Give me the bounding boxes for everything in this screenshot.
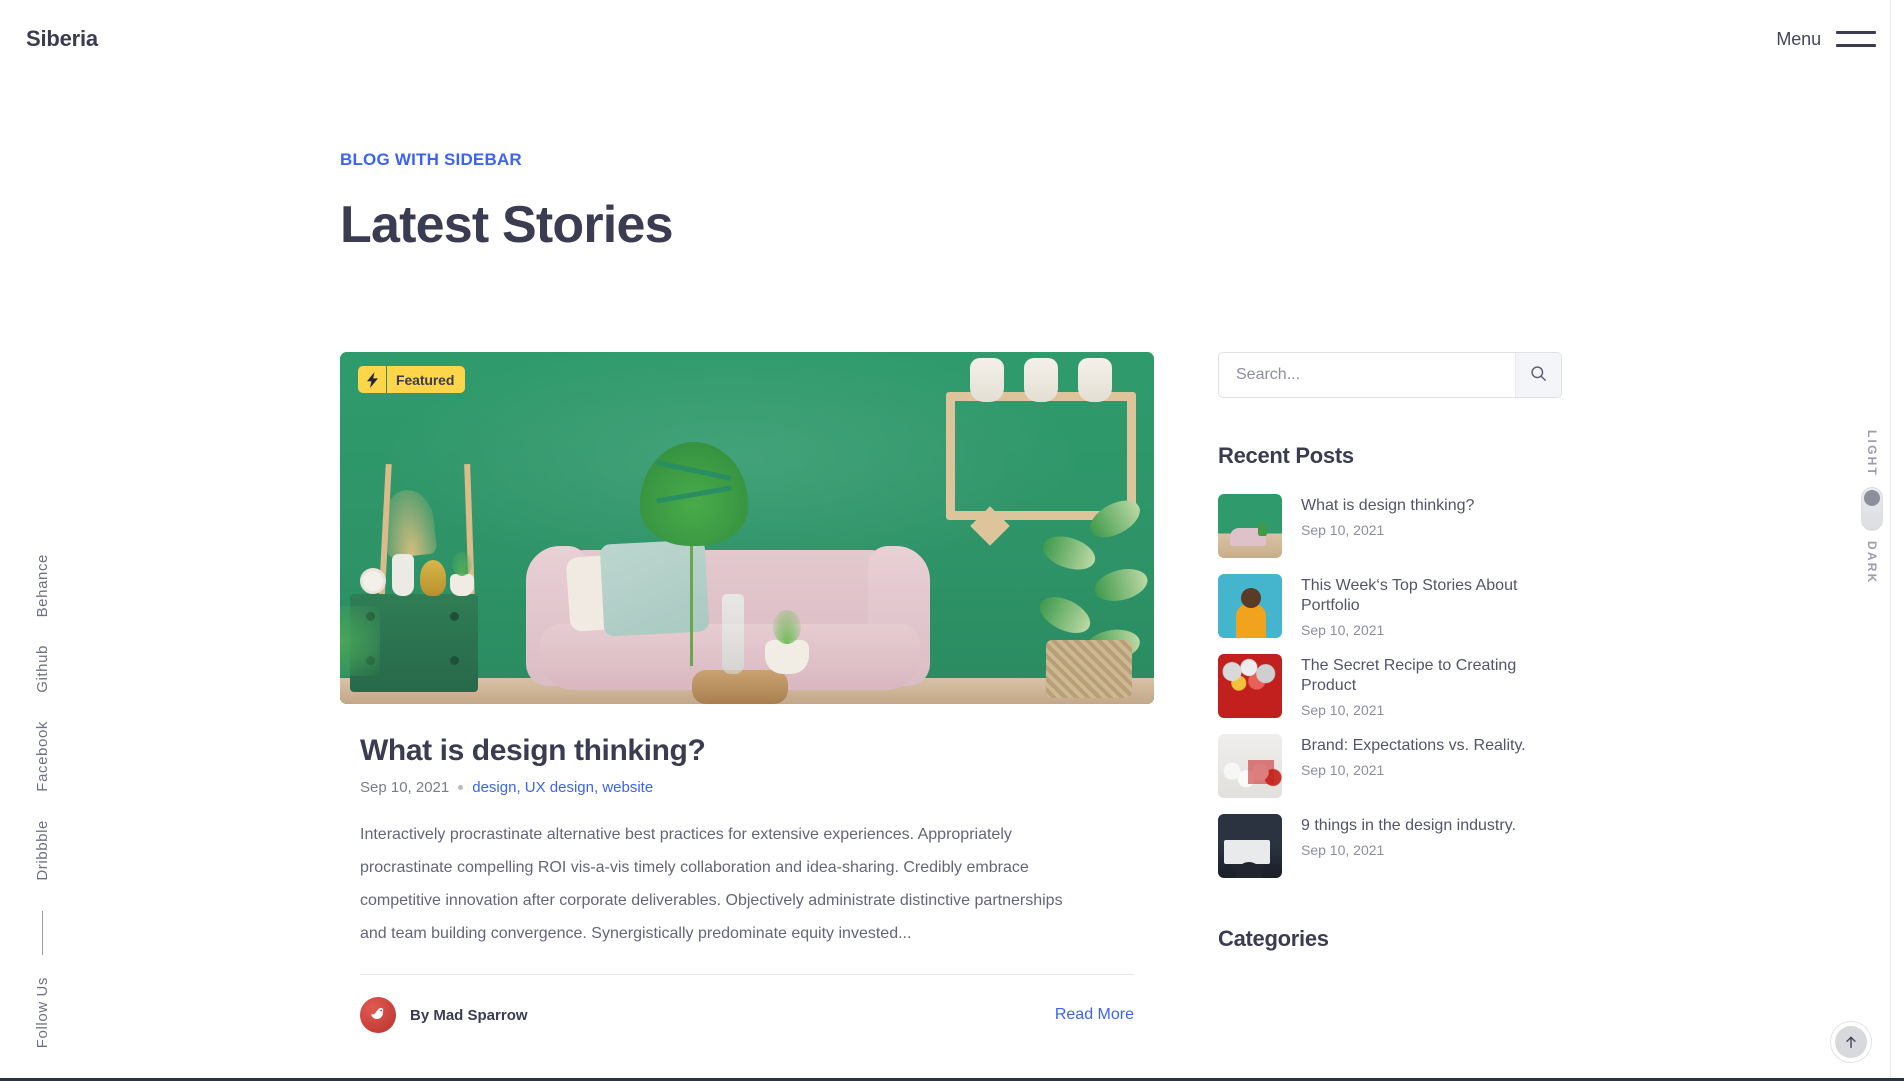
recent-post-date: Sep 10, 2021 [1301, 622, 1385, 638]
recent-post-thumbnail [1218, 814, 1282, 878]
search-widget [1218, 352, 1562, 398]
featured-badge-label: Featured [396, 371, 455, 388]
recent-post-thumbnail [1218, 574, 1282, 638]
recent-post-body: The Secret Recipe to Creating Product Se… [1301, 654, 1551, 718]
featured-article-card: Featured What is design thinking? Sep 10… [340, 352, 1154, 1033]
categories-heading: Categories [1218, 926, 1329, 951]
list-item[interactable]: The Secret Recipe to Creating Product Se… [1218, 654, 1562, 718]
recent-post-body: 9 things in the design industry. Sep 10,… [1301, 814, 1516, 878]
menu-button[interactable]: Menu [1776, 29, 1876, 50]
site-logo[interactable]: Siberia [26, 26, 98, 52]
breadcrumb-eyebrow: BLOG WITH SIDEBAR [340, 150, 522, 169]
recent-post-title[interactable]: This Week‘s Top Stories About Portfolio [1301, 576, 1551, 616]
recent-post-body: This Week‘s Top Stories About Portfolio … [1301, 574, 1551, 638]
social-link-facebook[interactable]: Facebook [34, 707, 51, 806]
recent-post-date: Sep 10, 2021 [1301, 762, 1385, 778]
hero-small-plant [450, 552, 474, 596]
lightning-bolt-icon [358, 366, 387, 393]
hero-white-vase [392, 554, 414, 596]
featured-badge: Featured [358, 366, 466, 393]
search-input[interactable] [1219, 353, 1515, 397]
list-item[interactable]: 9 things in the design industry. Sep 10,… [1218, 814, 1562, 878]
page-scrollbar[interactable] [1890, 0, 1904, 1081]
social-link-github[interactable]: Github [34, 631, 51, 707]
search-icon [1529, 364, 1548, 386]
recent-post-thumbnail [1218, 654, 1282, 718]
article-author[interactable]: By Mad Sparrow [360, 997, 528, 1033]
recent-post-thumbnail [1218, 494, 1282, 558]
recent-post-body: What is design thinking? Sep 10, 2021 [1301, 494, 1474, 558]
article-date: Sep 10, 2021 [360, 779, 450, 796]
recent-post-date: Sep 10, 2021 [1301, 522, 1385, 538]
social-divider [41, 910, 43, 955]
recent-post-date: Sep 10, 2021 [1301, 842, 1385, 858]
recent-posts-heading: Recent Posts [1218, 443, 1354, 468]
arrow-up-icon [1835, 1026, 1867, 1058]
hero-vase-3 [1078, 358, 1112, 402]
theme-toggle-light-label: LIGHT [1865, 430, 1879, 477]
menu-label: Menu [1776, 28, 1821, 49]
main-content: BLOG WITH SIDEBAR Latest Stories Feature… [0, 0, 1904, 1081]
hero-gold-vase [420, 560, 446, 596]
recent-post-thumbnail [1218, 734, 1282, 798]
page-heading-block: BLOG WITH SIDEBAR Latest Stories [340, 150, 674, 254]
recent-posts-list: What is design thinking? Sep 10, 2021 Th… [1218, 494, 1562, 878]
hero-left-plant [340, 606, 380, 676]
page-title: Latest Stories [340, 196, 674, 254]
follow-us-label: Follow Us [33, 976, 51, 1048]
hamburger-icon[interactable] [1836, 31, 1876, 47]
social-link-dribbble[interactable]: Dribbble [34, 806, 51, 895]
theme-toggle[interactable]: LIGHT DARK [1852, 430, 1892, 584]
article-hero-image[interactable]: Featured [340, 352, 1154, 704]
list-item[interactable]: This Week‘s Top Stories About Portfolio … [1218, 574, 1562, 638]
bird-avatar-icon [360, 997, 396, 1033]
recent-post-title[interactable]: Brand: Expectations vs. Reality. [1301, 736, 1526, 756]
hero-vase-1 [970, 358, 1004, 402]
social-rail: Follow Us Dribbble Facebook Github Behan… [24, 540, 60, 1054]
read-more-link[interactable]: Read More [1055, 1006, 1134, 1024]
theme-toggle-knob[interactable] [1864, 490, 1880, 506]
recent-post-body: Brand: Expectations vs. Reality. Sep 10,… [1301, 734, 1526, 798]
blog-page: Siberia Menu Follow Us Dribbble Facebook… [0, 0, 1904, 1081]
meta-separator-dot [458, 785, 464, 790]
article-footer: By Mad Sparrow Read More [340, 997, 1154, 1033]
article-divider [360, 974, 1134, 975]
article-tags[interactable]: design, UX design, website [472, 779, 653, 796]
hero-grass-pot [765, 610, 809, 674]
theme-toggle-track[interactable] [1861, 487, 1883, 531]
article-meta: Sep 10, 2021 design, UX design, website [340, 779, 1154, 796]
article-excerpt: Interactively procrastinate alternative … [360, 826, 1063, 942]
site-header: Siberia Menu [0, 0, 1904, 78]
list-item[interactable]: What is design thinking? Sep 10, 2021 [1218, 494, 1562, 558]
theme-toggle-dark-label: DARK [1865, 541, 1879, 585]
article-author-name: By Mad Sparrow [410, 1006, 528, 1024]
hero-right-plant [998, 474, 1151, 704]
hero-glass-vase [722, 594, 744, 674]
social-link-behance[interactable]: Behance [34, 540, 51, 631]
recent-post-title[interactable]: The Secret Recipe to Creating Product [1301, 656, 1551, 696]
sidebar: Recent Posts What is design thinking? Se… [1218, 352, 1562, 952]
article-title[interactable]: What is design thinking? [340, 734, 1154, 768]
recent-post-title[interactable]: What is design thinking? [1301, 496, 1474, 516]
scroll-to-top-button[interactable] [1830, 1021, 1872, 1063]
hero-wood-stool [692, 670, 788, 704]
search-button[interactable] [1515, 353, 1561, 397]
list-item[interactable]: Brand: Expectations vs. Reality. Sep 10,… [1218, 734, 1562, 798]
hero-vase-2 [1024, 358, 1058, 402]
recent-post-title[interactable]: 9 things in the design industry. [1301, 816, 1516, 836]
recent-post-date: Sep 10, 2021 [1301, 702, 1385, 718]
hero-clock [360, 568, 386, 594]
